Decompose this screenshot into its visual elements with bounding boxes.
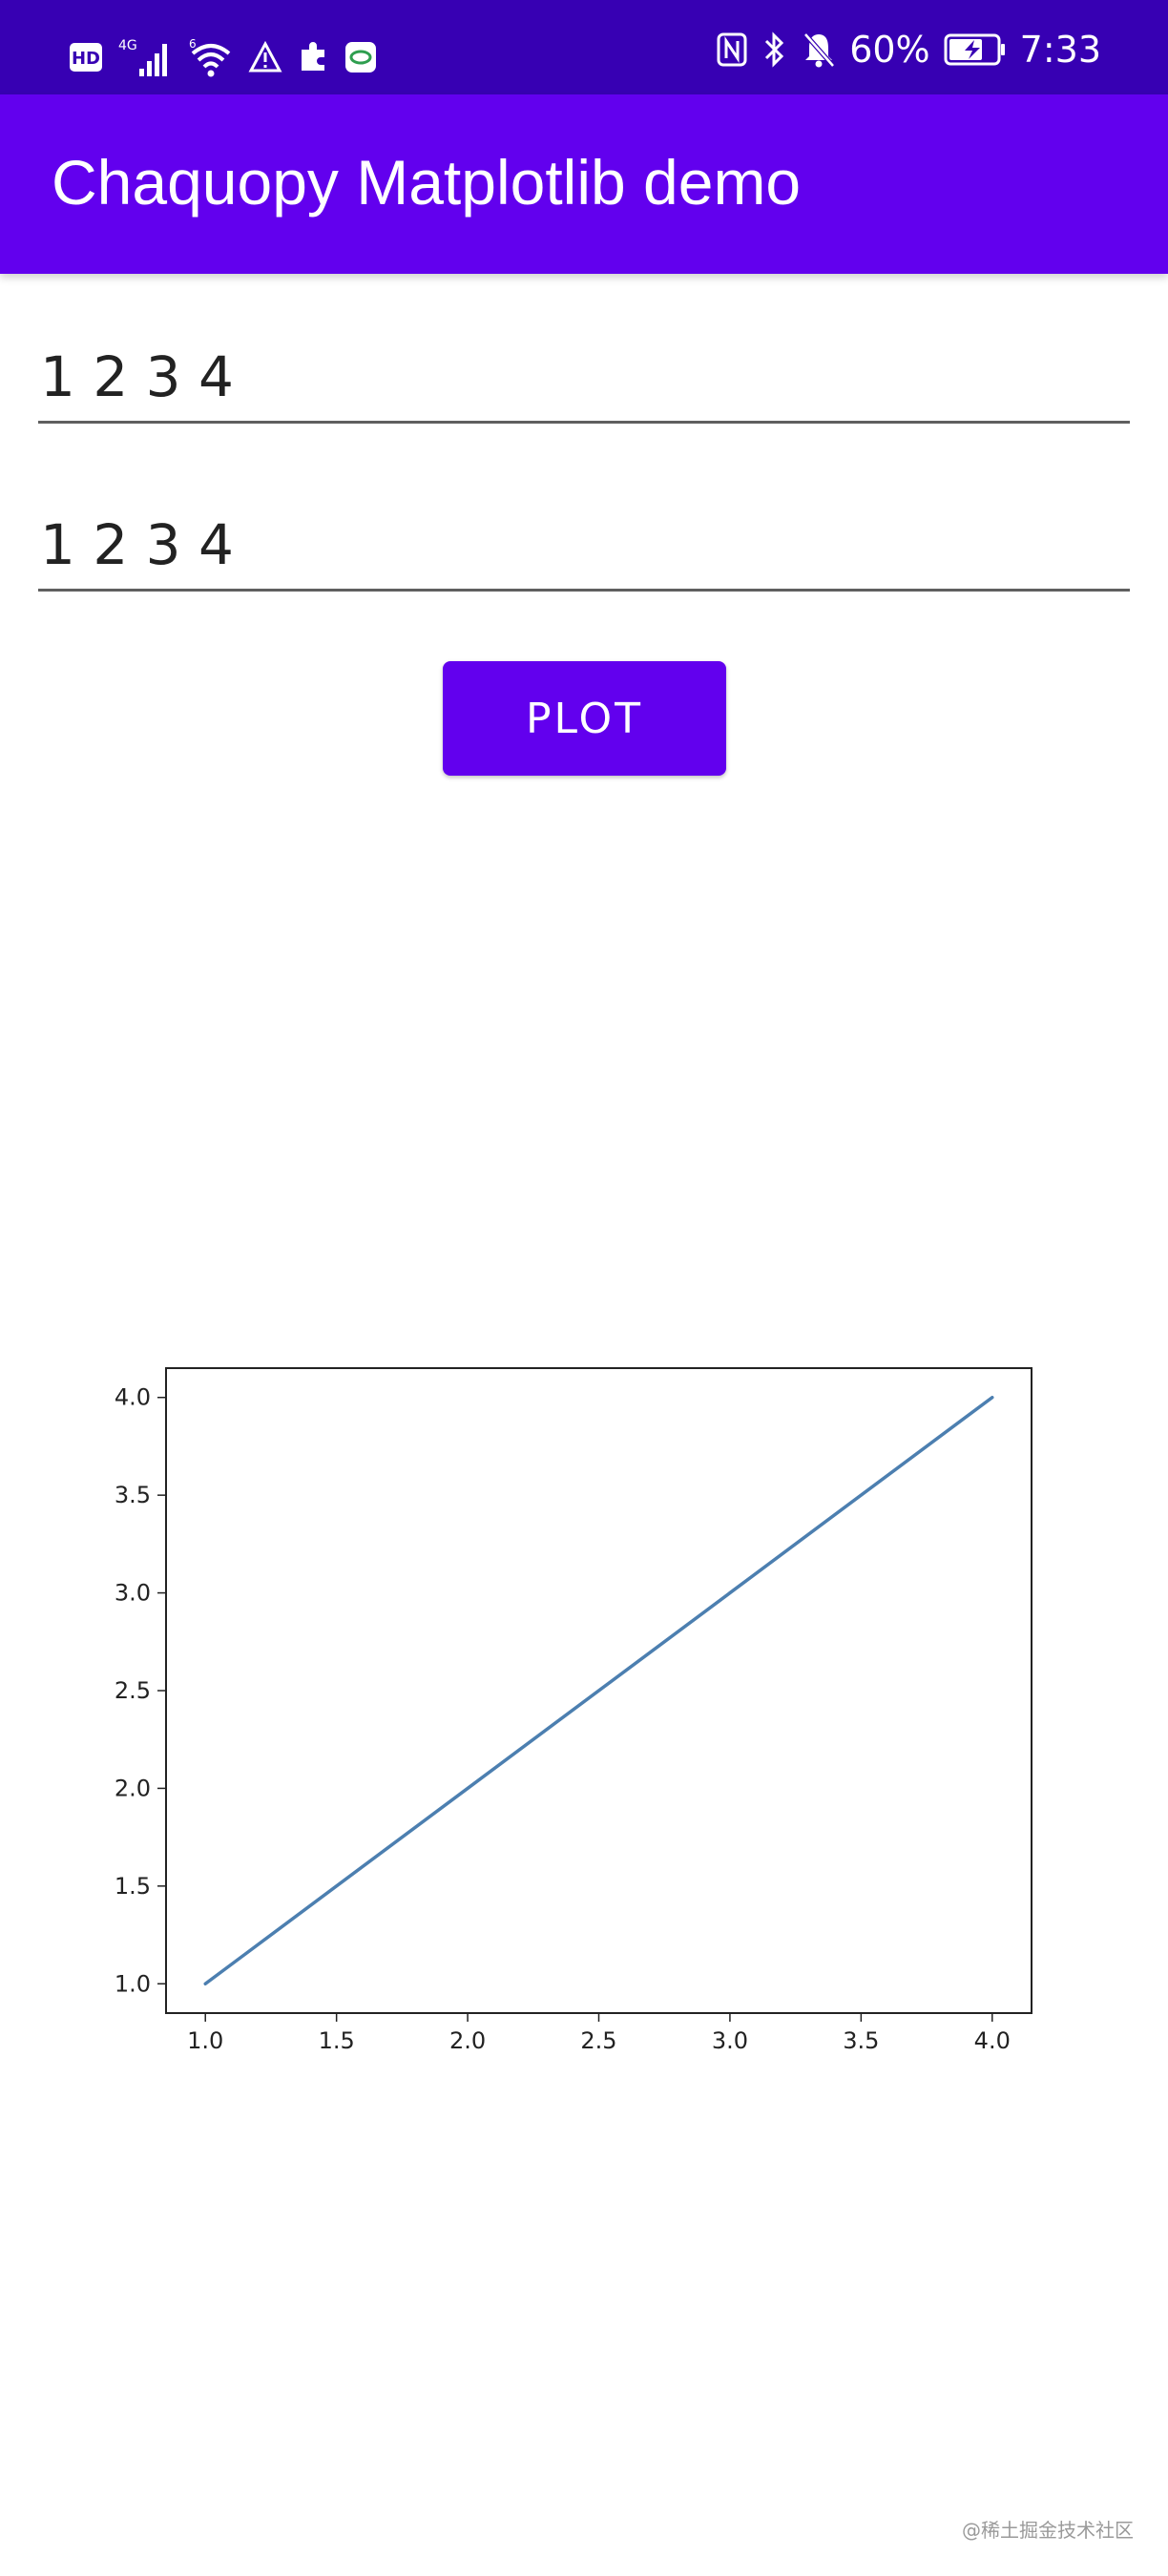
app-title: Chaquopy Matplotlib demo: [52, 147, 802, 218]
wifi-icon: 6: [187, 36, 235, 78]
x-tick-label: 2.5: [580, 2027, 616, 2054]
line-chart: 1.0 1.5 2.0 2.5 3.0 3.5 4.0 1.0 1.5 2.0 2.5 3.0 3.5 4…: [115, 1367, 1032, 2054]
x-tick-label: 1.0: [187, 2027, 223, 2054]
bluetooth-icon: [761, 31, 788, 69]
app-bar: Chaquopy Matplotlib demo: [0, 94, 1168, 274]
watermark: @稀土掘金技术社区: [962, 2519, 1134, 2542]
x-values-field[interactable]: [38, 339, 1132, 424]
plot-button[interactable]: PLOT: [443, 661, 726, 776]
status-right: 60% 7:33: [716, 29, 1101, 71]
svg-text:HD: HD: [72, 49, 100, 69]
svg-text:4G: 4G: [118, 38, 137, 53]
y-tick-label: 3.5: [115, 1482, 151, 1508]
battery-percent: 60%: [849, 29, 930, 71]
y-tick-label: 1.5: [115, 1873, 151, 1900]
warning-icon: [248, 40, 282, 74]
x-tick-label: 3.0: [712, 2027, 748, 2054]
svg-text:6: 6: [189, 37, 197, 51]
clock: 7:33: [1019, 29, 1101, 71]
y-tick-label: 2.0: [115, 1775, 151, 1801]
y-values-input[interactable]: [38, 512, 1132, 577]
y-values-field[interactable]: [38, 507, 1132, 592]
x-values-input[interactable]: [38, 344, 1132, 409]
y-tick-label: 4.0: [115, 1384, 151, 1411]
nfc-icon: [716, 31, 748, 68]
x-tick-label: 2.0: [449, 2027, 486, 2054]
battery-icon: [944, 32, 1007, 67]
y-tick-label: 3.0: [115, 1580, 151, 1607]
x-tick-label: 3.5: [843, 2027, 879, 2054]
bell-off-icon: [802, 31, 836, 69]
status-bar: HD 4G 6 60% 7:33: [0, 0, 1168, 94]
y-tick-label: 2.5: [115, 1677, 151, 1704]
puzzle-icon: [296, 40, 330, 74]
x-tick-label: 4.0: [974, 2027, 1011, 2054]
data-line: [203, 1395, 994, 1986]
y-tick-label: 1.0: [115, 1970, 151, 1997]
x-tick-label: 1.5: [319, 2027, 355, 2054]
app-icon: [344, 40, 378, 74]
hd-icon: HD: [69, 42, 103, 73]
status-left: HD 4G 6: [69, 36, 378, 78]
signal-icon: 4G: [116, 36, 174, 78]
